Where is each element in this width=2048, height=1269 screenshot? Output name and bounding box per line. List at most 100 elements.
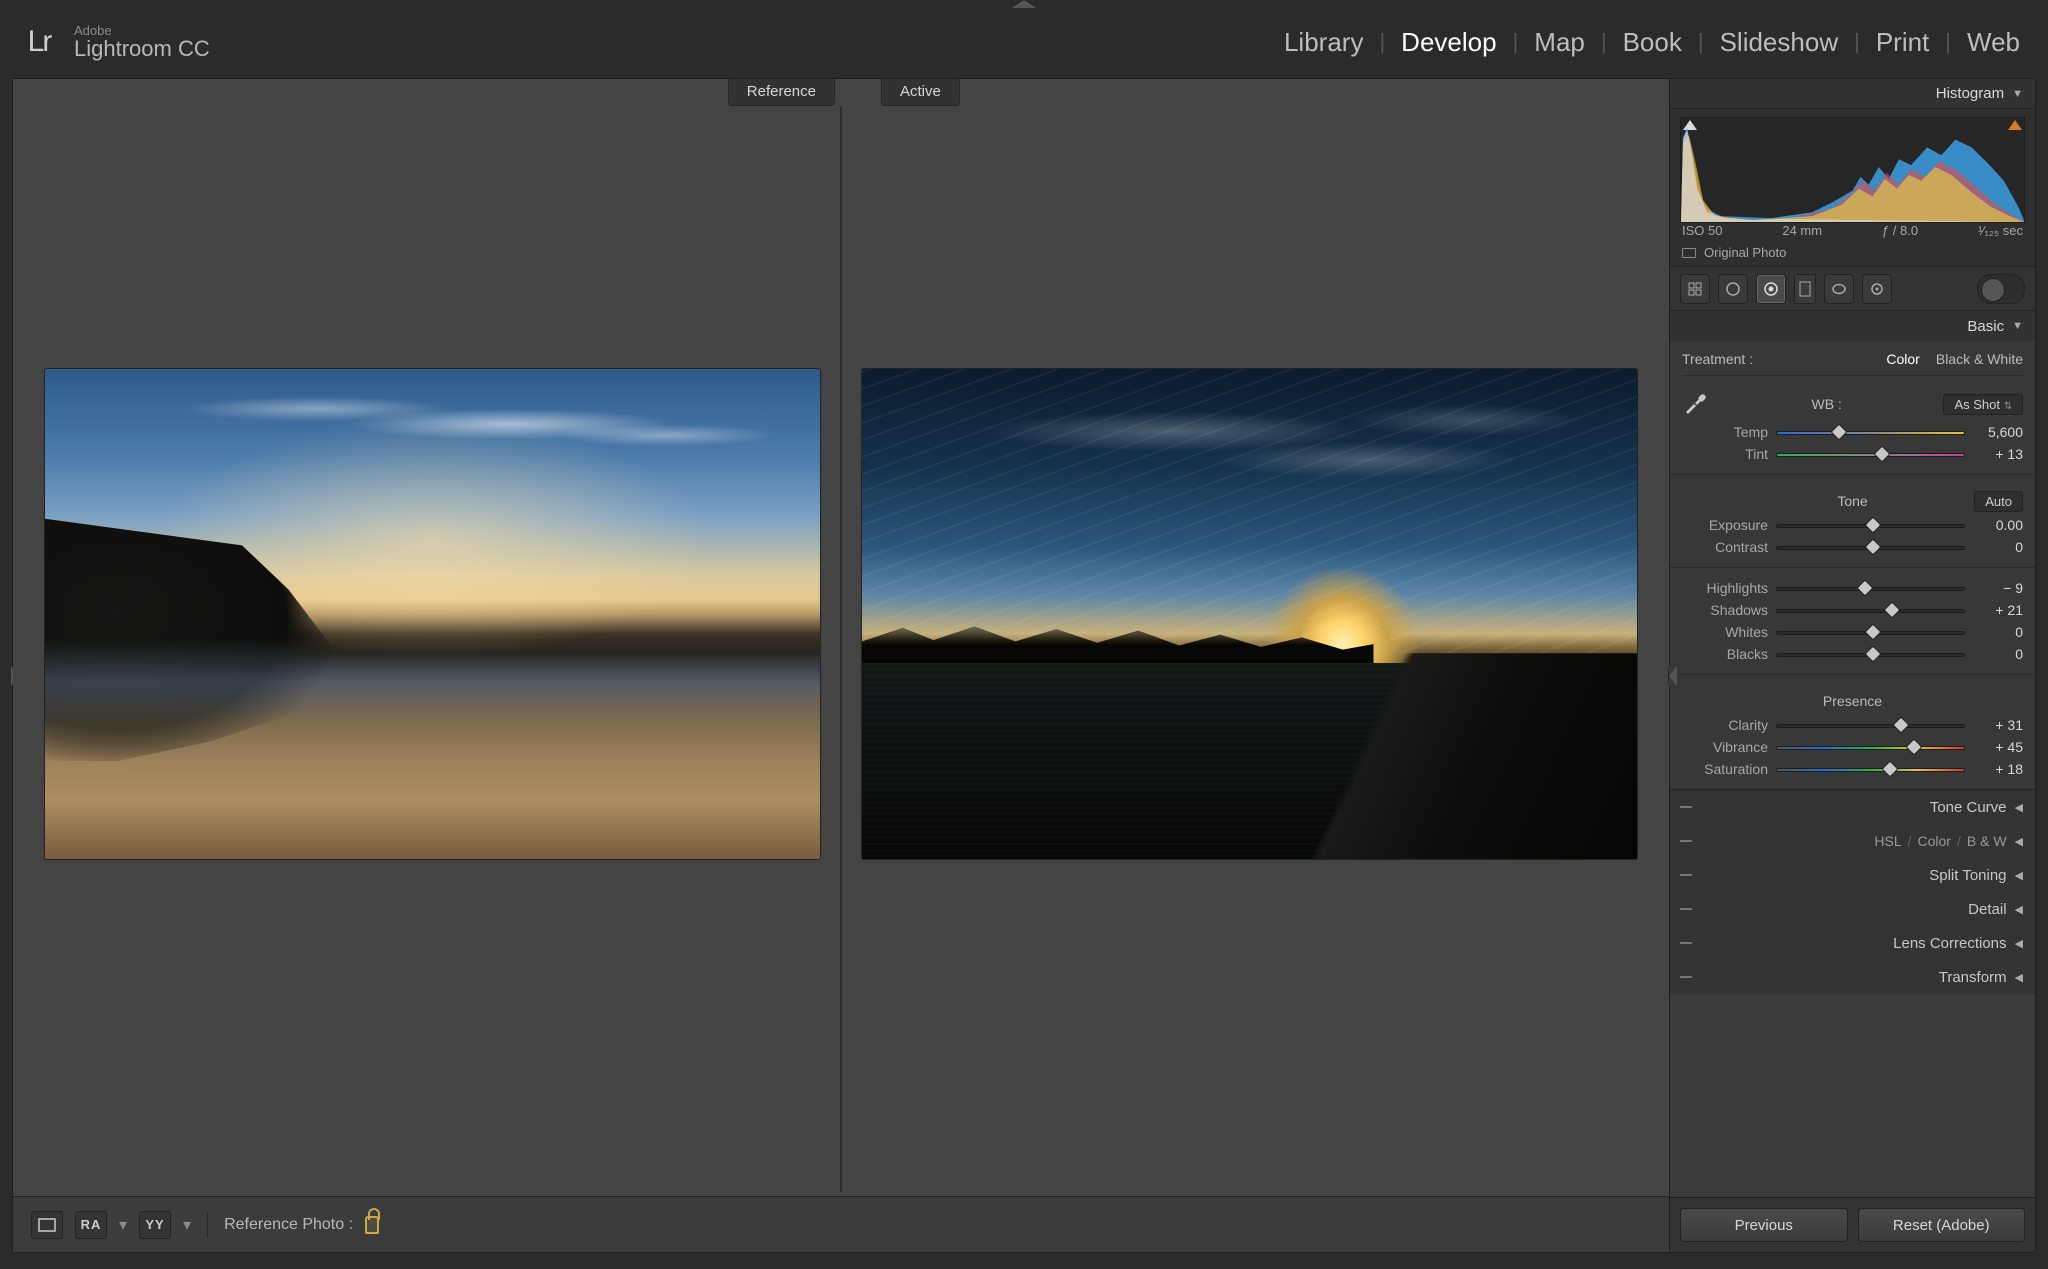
top-panel-expand-arrow[interactable] xyxy=(1012,0,1036,8)
histogram-title: Histogram xyxy=(1936,85,2004,102)
module-print[interactable]: Print xyxy=(1876,27,1929,58)
wb-select[interactable]: As Shot ⇅ xyxy=(1943,394,2023,415)
chevron-left-icon: ◀ xyxy=(2015,835,2023,848)
active-photo[interactable] xyxy=(862,369,1637,859)
tab-active[interactable]: Active xyxy=(881,79,960,106)
wb-eyedropper-icon[interactable] xyxy=(1682,390,1710,418)
tint-slider[interactable] xyxy=(1776,447,1965,461)
module-slideshow[interactable]: Slideshow xyxy=(1720,27,1839,58)
chevron-left-icon: ◀ xyxy=(2015,971,2023,984)
grad-filter-button[interactable] xyxy=(1794,274,1816,304)
detail-panel[interactable]: Detail◀ xyxy=(1670,892,2035,926)
module-book[interactable]: Book xyxy=(1623,27,1682,58)
previous-button[interactable]: Previous xyxy=(1680,1208,1848,1242)
hsl-panel[interactable]: HSL/ Color/ B & W ◀ xyxy=(1670,824,2035,858)
chevron-left-icon: ◀ xyxy=(2015,869,2023,882)
detail-title: Detail xyxy=(1968,901,2006,918)
app-logo: Lr xyxy=(18,21,60,63)
split-view xyxy=(13,107,1669,1192)
saturation-slider[interactable] xyxy=(1776,762,1965,776)
meta-aperture: ƒ / 8.0 xyxy=(1882,223,1918,238)
blacks-value[interactable]: 0 xyxy=(1973,646,2023,662)
chevron-down-icon: ▼ xyxy=(2012,88,2023,100)
wb-label: WB : xyxy=(1718,396,1935,412)
main-view: Reference Active xyxy=(13,79,1669,1252)
temp-label: Temp xyxy=(1682,424,1768,440)
lens-corrections-panel[interactable]: Lens Corrections ◀ xyxy=(1670,926,2035,960)
highlights-value[interactable]: − 9 xyxy=(1973,580,2023,596)
transform-title: Transform xyxy=(1939,969,2007,986)
chevron-down-icon: ▼ xyxy=(2012,320,2023,332)
tint-label: Tint xyxy=(1682,446,1768,462)
highlights-label: Highlights xyxy=(1682,580,1768,596)
basic-header[interactable]: Basic ▼ xyxy=(1670,311,2035,341)
auto-tone-button[interactable]: Auto xyxy=(1974,491,2023,512)
transform-panel[interactable]: Transform ◀ xyxy=(1670,960,2035,994)
view-tabs: Reference Active xyxy=(13,79,1669,107)
meta-iso: ISO 50 xyxy=(1682,223,1722,238)
reference-photo[interactable] xyxy=(45,369,820,859)
module-picker: Library| Develop| Map| Book| Slideshow| … xyxy=(1284,27,2020,58)
radial-filter-button[interactable] xyxy=(1824,274,1854,304)
lock-icon[interactable] xyxy=(365,1216,379,1234)
shadows-slider[interactable] xyxy=(1776,603,1965,617)
reference-pane[interactable] xyxy=(13,107,840,1192)
redeye-tool-button[interactable] xyxy=(1756,274,1786,304)
view-mode-ra-button[interactable]: RA xyxy=(75,1211,107,1239)
hsl-title: HSL/ Color/ B & W xyxy=(1874,833,2006,849)
treatment-bw[interactable]: Black & White xyxy=(1936,351,2023,367)
split-toning-panel[interactable]: Split Toning◀ xyxy=(1670,858,2035,892)
view-mode-loupe-button[interactable] xyxy=(31,1211,63,1239)
chevron-left-icon: ◀ xyxy=(2015,937,2023,950)
histogram-panel: ISO 50 24 mm ƒ / 8.0 ¹⁄₁₂₅ sec Original … xyxy=(1670,109,2035,267)
contrast-slider[interactable] xyxy=(1776,540,1965,554)
brush-tool-button[interactable] xyxy=(1862,274,1892,304)
contrast-value[interactable]: 0 xyxy=(1973,539,2023,555)
treatment-color[interactable]: Color xyxy=(1886,351,1919,367)
right-panel-collapse-arrow[interactable] xyxy=(1668,666,1677,686)
exposure-value[interactable]: 0.00 xyxy=(1973,517,2023,533)
whites-slider[interactable] xyxy=(1776,625,1965,639)
brand-name: Lightroom CC xyxy=(74,37,210,60)
shadows-value[interactable]: + 21 xyxy=(1973,602,2023,618)
original-photo-icon[interactable] xyxy=(1682,248,1696,258)
reference-photo-label: Reference Photo : xyxy=(224,1216,353,1234)
tint-value[interactable]: + 13 xyxy=(1973,446,2023,462)
temp-value[interactable]: 5,600 xyxy=(1973,424,2023,440)
temp-slider[interactable] xyxy=(1776,425,1965,439)
whites-value[interactable]: 0 xyxy=(1973,624,2023,640)
tone-curve-panel[interactable]: Tone Curve◀ xyxy=(1670,790,2035,824)
active-pane[interactable] xyxy=(842,107,1669,1192)
reset-button[interactable]: Reset (Adobe) xyxy=(1858,1208,2026,1242)
vibrance-value[interactable]: + 45 xyxy=(1973,739,2023,755)
clarity-value[interactable]: + 31 xyxy=(1973,717,2023,733)
original-photo-label: Original Photo xyxy=(1704,245,1786,260)
clarity-slider[interactable] xyxy=(1776,718,1965,732)
tab-reference[interactable]: Reference xyxy=(728,79,835,106)
saturation-value[interactable]: + 18 xyxy=(1973,761,2023,777)
vibrance-label: Vibrance xyxy=(1682,739,1768,755)
module-library[interactable]: Library xyxy=(1284,27,1363,58)
module-develop[interactable]: Develop xyxy=(1401,27,1496,58)
highlights-slider[interactable] xyxy=(1776,581,1965,595)
workspace: Reference Active xyxy=(12,78,2036,1253)
module-web[interactable]: Web xyxy=(1967,27,2020,58)
blacks-slider[interactable] xyxy=(1776,647,1965,661)
meta-focal: 24 mm xyxy=(1782,223,1822,238)
tone-curve-title: Tone Curve xyxy=(1930,799,2007,816)
right-panel: Histogram ▼ ISO 50 24 mm ƒ / 8.0 ¹⁄₁₂₅ s… xyxy=(1669,79,2035,1252)
basic-title: Basic xyxy=(1967,318,2004,335)
histogram-meta: ISO 50 24 mm ƒ / 8.0 ¹⁄₁₂₅ sec xyxy=(1682,223,2023,238)
exposure-slider[interactable] xyxy=(1776,518,1965,532)
histogram-chart[interactable] xyxy=(1680,117,2025,223)
before-after-switch[interactable] xyxy=(1977,274,2025,304)
vibrance-slider[interactable] xyxy=(1776,740,1965,754)
crop-tool-button[interactable] xyxy=(1680,274,1710,304)
spot-tool-button[interactable] xyxy=(1718,274,1748,304)
brand: Lr Adobe Lightroom CC xyxy=(18,21,210,63)
develop-toolstrip xyxy=(1670,267,2035,311)
view-mode-yy-button[interactable]: YY xyxy=(139,1211,171,1239)
module-map[interactable]: Map xyxy=(1534,27,1585,58)
lens-corrections-title: Lens Corrections xyxy=(1893,935,2006,952)
histogram-header[interactable]: Histogram ▼ xyxy=(1670,79,2035,109)
